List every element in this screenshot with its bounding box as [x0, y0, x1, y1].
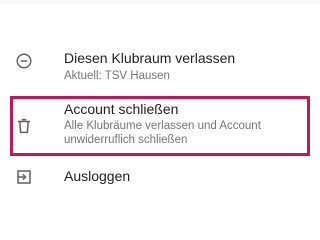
top-divider — [0, 0, 320, 4]
close-account-menu-item[interactable]: Account schließen Alle Klubräume verlass… — [10, 96, 310, 156]
leave-clubroom-title: Diesen Klubraum verlassen — [64, 50, 236, 66]
current-clubroom-subtitle: Aktuell: TSV Hausen — [64, 70, 170, 82]
close-account-title: Account schließen — [64, 101, 179, 117]
logout-icon — [15, 168, 33, 186]
close-account-texts: Account schließen Alle Klubräume verlass… — [64, 101, 301, 147]
account-actions-menu: Diesen Klubraum verlassen Aktuell: TSV H… — [0, 0, 320, 240]
logout-texts: Ausloggen — [64, 168, 304, 185]
leave-clubroom-menu-item[interactable]: Diesen Klubraum verlassen Aktuell: TSV H… — [10, 46, 310, 88]
close-account-subtitle: Alle Klubräume verlassen und Account unw… — [64, 120, 261, 146]
leave-clubroom-texts: Diesen Klubraum verlassen Aktuell: TSV H… — [64, 50, 304, 83]
logout-menu-item[interactable]: Ausloggen — [10, 164, 310, 190]
trash-icon — [15, 117, 33, 135]
remove-circle-icon — [15, 52, 33, 70]
logout-title: Ausloggen — [64, 168, 131, 184]
